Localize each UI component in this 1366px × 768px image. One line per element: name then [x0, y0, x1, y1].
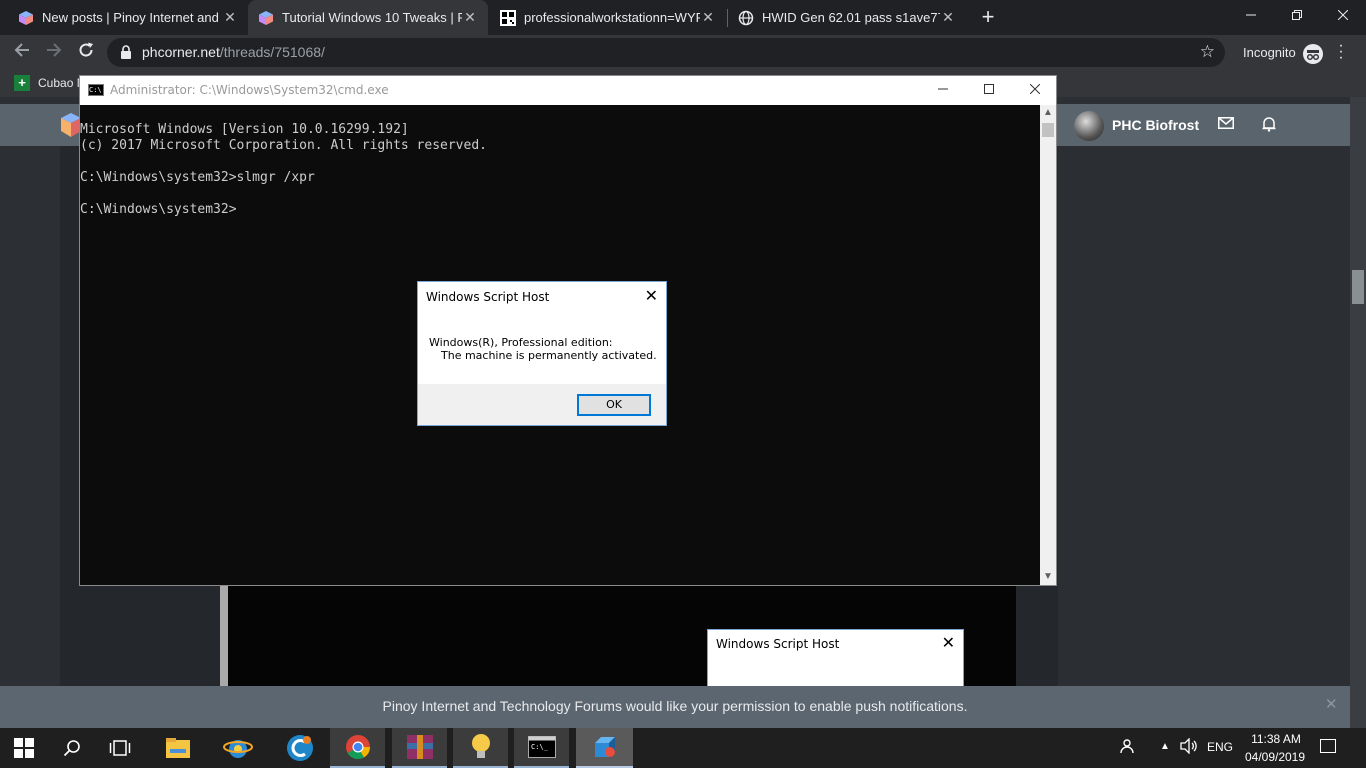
show-hidden-icons-icon[interactable]: ▲ [1160, 741, 1170, 752]
cmd-scrollbar-thumb[interactable] [1042, 123, 1054, 137]
sidebar-column [1058, 146, 1350, 686]
page-scrollbar-thumb[interactable] [1352, 270, 1364, 304]
winrar-icon[interactable] [392, 728, 447, 768]
task-view-icon[interactable] [96, 728, 144, 768]
cmd-taskbar-icon[interactable]: C:\_ [514, 728, 569, 768]
script-host-taskbar-icon[interactable] [576, 728, 633, 768]
globe-icon [738, 10, 754, 26]
incognito-label: Incognito [1243, 45, 1296, 60]
ok-button[interactable]: OK [577, 394, 651, 416]
close-icon[interactable]: ✕ [645, 286, 658, 305]
minimize-icon[interactable] [1228, 0, 1274, 30]
bookmark-star-icon[interactable]: ☆ [1200, 42, 1215, 62]
close-window-icon[interactable] [1320, 0, 1366, 30]
svg-text:C:\_: C:\_ [531, 743, 549, 751]
dialog-footer: OK [418, 384, 666, 425]
bell-icon[interactable] [1262, 116, 1276, 132]
incognito-icon[interactable] [1303, 44, 1323, 64]
tab-professional[interactable]: professionalworkstationn=WYPN ✕ [490, 0, 726, 35]
minimize-icon[interactable] [920, 76, 966, 105]
new-tab-button[interactable]: + [976, 5, 1000, 29]
close-icon[interactable]: ✕ [942, 633, 955, 652]
console-line: Microsoft Windows [Version 10.0.16299.19… [80, 122, 409, 137]
dialog-title: Windows Script Host [716, 637, 840, 651]
cmd-icon: C:\ [88, 84, 104, 96]
reload-icon[interactable] [74, 41, 98, 65]
push-notification-text[interactable]: Pinoy Internet and Technology Forums wou… [0, 698, 1350, 714]
close-tab-icon[interactable]: ✕ [462, 9, 478, 26]
clock-time[interactable]: 11:38 AM [1246, 732, 1306, 746]
bookmark-cubao[interactable]: + Cubao N [14, 75, 85, 91]
dialog-message-line1: Windows(R), Professional edition: [429, 336, 613, 349]
chrome-icon[interactable] [330, 728, 385, 768]
maximize-icon[interactable] [966, 76, 1012, 105]
ccleaner-icon[interactable] [272, 728, 327, 768]
scroll-up-icon[interactable]: ▲ [1040, 105, 1056, 121]
lightbulb-icon[interactable] [453, 728, 508, 768]
action-center-icon[interactable] [1320, 739, 1336, 753]
search-icon[interactable] [48, 728, 96, 768]
forward-icon[interactable] [42, 41, 66, 65]
script-host-dialog[interactable]: Windows Script Host ✕ Windows(R), Profes… [417, 281, 667, 426]
bookmark-favicon-icon: + [14, 75, 30, 91]
phc-cube-icon [258, 10, 274, 26]
page-scrollbar[interactable] [1350, 97, 1366, 728]
console-line: (c) 2017 Microsoft Corporation. All righ… [80, 138, 487, 153]
tab-tutorial[interactable]: Tutorial Windows 10 Tweaks | Pin ✕ [248, 0, 488, 35]
close-tab-icon[interactable]: ✕ [222, 9, 238, 26]
people-icon[interactable] [1120, 738, 1138, 757]
input-language[interactable]: ENG [1207, 740, 1233, 754]
console-prompt: C:\Windows\system32> [80, 202, 237, 217]
avatar[interactable] [1074, 111, 1104, 141]
dialog-message-line2: The machine is permanently activated. [441, 349, 657, 362]
phc-cube-icon [18, 10, 34, 26]
lock-icon [121, 45, 131, 59]
console-line: C:\Windows\system32>slmgr /xpr [80, 170, 315, 185]
url-text: phcorner.net/threads/751068/ [142, 44, 325, 60]
scroll-down-icon[interactable]: ▼ [1040, 569, 1056, 585]
restore-icon[interactable] [1274, 0, 1320, 30]
tab-new-posts[interactable]: New posts | Pinoy Internet and Te ✕ [8, 0, 248, 35]
qr-icon [500, 9, 516, 26]
user-name[interactable]: PHC Biofrost [1112, 117, 1199, 133]
dialog-title: Windows Script Host [426, 290, 550, 304]
close-tab-icon[interactable]: ✕ [940, 9, 956, 26]
start-button[interactable] [0, 728, 48, 768]
close-icon[interactable] [1012, 76, 1058, 105]
tab-hwid[interactable]: HWID Gen 62.01 pass s1ave77.hw ✕ [728, 0, 966, 35]
ie-icon[interactable] [210, 728, 265, 768]
clock-date[interactable]: 04/09/2019 [1242, 750, 1308, 764]
volume-icon[interactable] [1180, 737, 1198, 757]
cmd-title-bar[interactable]: C:\ Administrator: C:\Windows\System32\c… [80, 76, 1056, 105]
mail-icon[interactable] [1218, 117, 1234, 129]
script-host-dialog-behind: Windows Script Host ✕ [707, 629, 964, 686]
cmd-output[interactable]: Microsoft Windows [Version 10.0.16299.19… [80, 106, 487, 250]
close-icon[interactable]: ✕ [1325, 695, 1338, 713]
image-strip [220, 586, 228, 686]
cmd-scrollbar[interactable]: ▲ ▼ [1040, 105, 1056, 585]
address-bar[interactable]: phcorner.net/threads/751068/ ☆ [107, 38, 1225, 67]
file-explorer-icon[interactable] [150, 728, 205, 768]
more-menu-icon[interactable]: · · · [1336, 38, 1346, 66]
cmd-title: Administrator: C:\Windows\System32\cmd.e… [110, 83, 389, 97]
windows-logo-icon [14, 738, 34, 758]
close-tab-icon[interactable]: ✕ [700, 9, 716, 26]
back-icon[interactable] [10, 41, 34, 65]
